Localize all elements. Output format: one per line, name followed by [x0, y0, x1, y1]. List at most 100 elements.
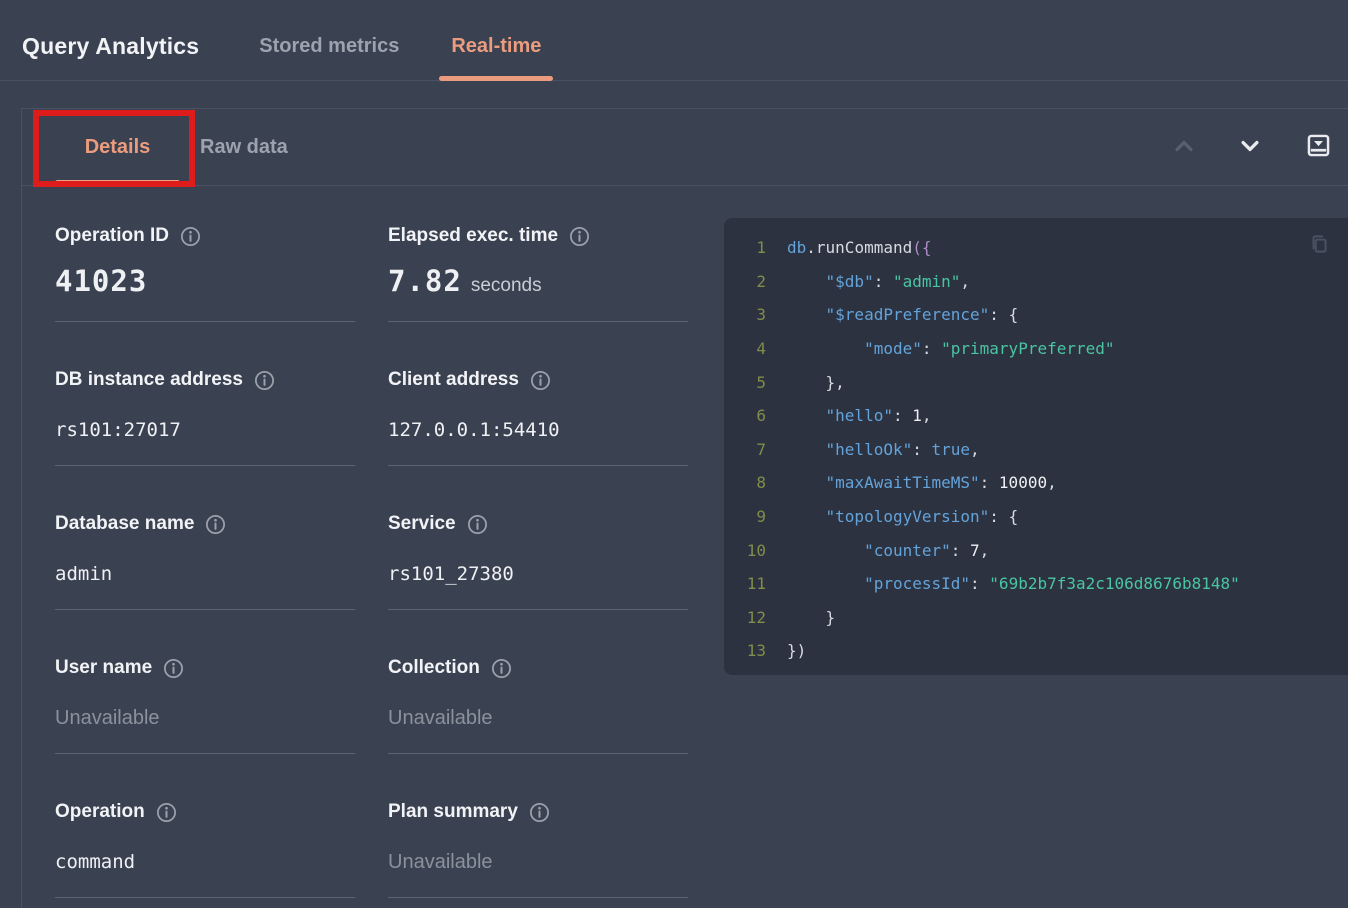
field-value-text: Unavailable: [388, 851, 493, 873]
field-label: Elapsed exec. time: [388, 225, 558, 247]
line-number: 13: [724, 641, 766, 660]
field-value: Unavailable: [388, 851, 688, 874]
info-icon[interactable]: [163, 658, 184, 679]
field-database-name: Database name admin: [55, 512, 355, 610]
field-value-text: Unavailable: [388, 707, 493, 729]
field-value-text: 127.0.0.1:54410: [388, 419, 560, 441]
code-text: }: [787, 608, 835, 627]
field-label: Service: [388, 513, 456, 535]
field-value: rs101:27017: [55, 419, 355, 441]
field-value-text: 41023: [55, 264, 147, 298]
copy-icon: [1307, 232, 1331, 259]
info-icon[interactable]: [530, 370, 551, 391]
code-text: "counter": 7,: [787, 541, 989, 560]
info-icon[interactable]: [529, 802, 550, 823]
field-value: Unavailable: [388, 707, 688, 730]
line-number: 1: [724, 238, 766, 257]
dock-panel-button[interactable]: [1305, 132, 1332, 162]
field-collection: Collection Unavailable: [388, 656, 688, 754]
line-number: 12: [724, 608, 766, 627]
dock-panel-icon: [1305, 132, 1332, 162]
line-number: 10: [724, 541, 766, 560]
field-value-text: Unavailable: [55, 707, 160, 729]
info-icon[interactable]: [254, 370, 275, 391]
info-icon[interactable]: [467, 514, 488, 535]
code-text: "$db": "admin",: [787, 272, 970, 291]
code-line: 3 "$readPreference": {: [724, 298, 1348, 332]
field-client-address: Client address 127.0.0.1:54410: [388, 368, 688, 466]
header-tab-stored-metrics[interactable]: Stored metrics: [247, 12, 411, 80]
line-number: 8: [724, 473, 766, 492]
field-label: Client address: [388, 369, 519, 391]
line-number: 5: [724, 373, 766, 392]
code-text: "helloOk": true,: [787, 440, 980, 459]
code-text: "maxAwaitTimeMS": 10000,: [787, 473, 1057, 492]
info-icon[interactable]: [205, 514, 226, 535]
panel-tab-details[interactable]: Details: [55, 109, 180, 185]
field-elapsed-exec-time: Elapsed exec. time 7.82seconds: [388, 224, 688, 322]
field-value-text: 7.82: [388, 264, 462, 298]
chevron-up-icon: [1173, 135, 1195, 160]
line-number: 3: [724, 305, 766, 324]
copy-query-button[interactable]: [1307, 232, 1331, 259]
line-number: 4: [724, 339, 766, 358]
page-title: Query Analytics: [22, 33, 199, 60]
info-icon[interactable]: [180, 226, 201, 247]
code-line: 12 }: [724, 601, 1348, 635]
field-value-text: command: [55, 851, 135, 873]
panel-tab-raw-data[interactable]: Raw data: [194, 109, 294, 185]
code-line: 8 "maxAwaitTimeMS": 10000,: [724, 466, 1348, 500]
field-db-instance-address: DB instance addressrs101:27017: [55, 368, 355, 466]
code-line: 9 "topologyVersion": {: [724, 500, 1348, 534]
line-number: 7: [724, 440, 766, 459]
field-value: 7.82seconds: [388, 264, 688, 298]
line-number: 2: [724, 272, 766, 291]
field-value-text: admin: [55, 563, 112, 585]
previous-query-button[interactable]: [1173, 135, 1195, 160]
line-number: 11: [724, 574, 766, 593]
field-operation: Operation command: [55, 800, 355, 898]
field-plan-summary: Plan summaryUnavailable: [388, 800, 688, 898]
field-value-text: rs101:27017: [55, 419, 181, 441]
code-text: "hello": 1,: [787, 406, 932, 425]
code-text: },: [787, 373, 845, 392]
field-operation-id: Operation ID 41023: [55, 224, 355, 322]
code-line: 5 },: [724, 365, 1348, 399]
field-label: Operation: [55, 801, 145, 823]
fields-grid: Operation ID 41023 Elapsed exec. time 7.82s…: [55, 224, 688, 898]
code-line: 7 "helloOk": true,: [724, 433, 1348, 467]
field-user-name: User name Unavailable: [55, 656, 355, 754]
header-tabs: Stored metrics Real-time: [247, 12, 581, 80]
panel-tabbar: DetailsRaw data: [22, 109, 1348, 186]
panel-tabs: DetailsRaw data: [55, 109, 294, 185]
chevron-down-icon: [1239, 135, 1261, 160]
info-icon[interactable]: [491, 658, 512, 679]
code-text: "processId": "69b2b7f3a2c106d8676b8148": [787, 574, 1240, 593]
app-header: Query Analytics Stored metrics Real-time: [0, 0, 1348, 81]
code-line: 6 "hello": 1,: [724, 399, 1348, 433]
field-label: User name: [55, 657, 152, 679]
header-tab-real-time[interactable]: Real-time: [439, 12, 553, 80]
field-label: Database name: [55, 513, 194, 535]
query-example-code: 1db.runCommand({2 "$db": "admin",3 "$rea…: [724, 218, 1348, 675]
next-query-button[interactable]: [1239, 135, 1261, 160]
field-value: command: [55, 851, 355, 873]
code-text: "topologyVersion": {: [787, 507, 1018, 526]
panel-actions: [1173, 132, 1348, 162]
code-text: db.runCommand({: [787, 238, 932, 257]
code-line: 10 "counter": 7,: [724, 533, 1348, 567]
field-value: 127.0.0.1:54410: [388, 419, 688, 441]
code-text: }): [787, 641, 806, 660]
code-lines: 1db.runCommand({2 "$db": "admin",3 "$rea…: [724, 231, 1348, 668]
code-line: 2 "$db": "admin",: [724, 265, 1348, 299]
code-line: 11 "processId": "69b2b7f3a2c106d8676b814…: [724, 567, 1348, 601]
code-text: "mode": "primaryPreferred": [787, 339, 1115, 358]
line-number: 9: [724, 507, 766, 526]
info-icon[interactable]: [569, 226, 590, 247]
field-value: 41023: [55, 264, 355, 298]
field-label: Operation ID: [55, 225, 169, 247]
field-label: Collection: [388, 657, 480, 679]
code-line: 13}): [724, 634, 1348, 668]
field-value: rs101_27380: [388, 563, 688, 585]
info-icon[interactable]: [156, 802, 177, 823]
